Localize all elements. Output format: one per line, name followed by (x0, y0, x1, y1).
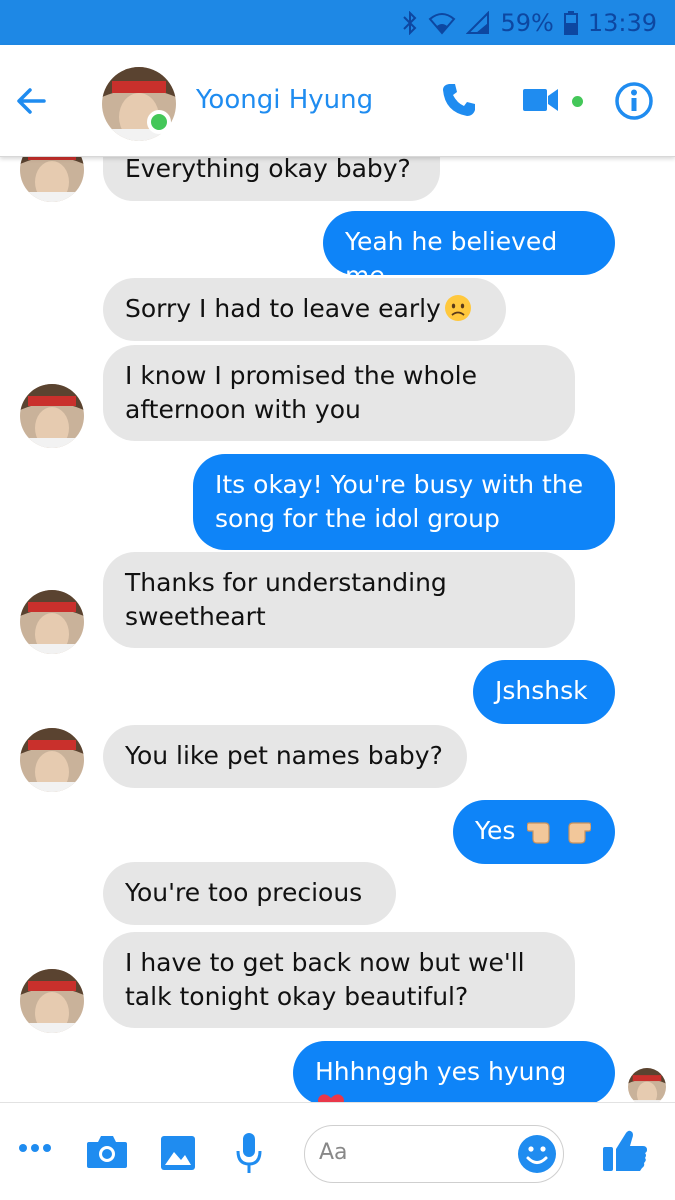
message-thread[interactable]: Everything okay baby? Yeah he believed m… (0, 157, 675, 1102)
phone-icon[interactable] (440, 81, 478, 123)
thumbs-up-icon[interactable] (602, 1129, 648, 1177)
message-bubble-sent[interactable]: Yeah he believed me (323, 211, 615, 290)
message-bubble-received[interactable]: You're too precious (103, 862, 396, 925)
contact-name[interactable]: Yoongi Hyung (196, 85, 373, 115)
message-text: Hhhnggh yes hyung (315, 1057, 567, 1086)
battery-icon (563, 10, 578, 35)
avatar (20, 728, 84, 792)
gallery-icon[interactable] (160, 1135, 196, 1175)
avatar (20, 590, 84, 654)
video-camera-icon[interactable] (522, 86, 560, 118)
message-bubble-received[interactable]: Sorry I had to leave early (103, 278, 506, 341)
info-icon[interactable] (614, 81, 654, 125)
heart-emoji-icon (317, 1092, 345, 1102)
conversation-header: Yoongi Hyung (0, 45, 675, 157)
back-arrow-icon[interactable] (14, 83, 50, 119)
pointing-hands-emoji-icon (526, 815, 592, 854)
online-status-indicator (147, 110, 171, 134)
message-input[interactable]: Aa (304, 1125, 564, 1183)
message-bubble-received[interactable]: You like pet names baby? (103, 725, 467, 788)
clock: 13:39 (587, 8, 657, 37)
message-text: Yes (475, 816, 516, 845)
message-input-placeholder: Aa (319, 1140, 348, 1165)
emoji-icon[interactable] (517, 1134, 557, 1178)
avatar (20, 384, 84, 448)
camera-icon[interactable] (86, 1134, 128, 1174)
message-bubble-sent[interactable]: Yes (453, 800, 615, 864)
video-available-dot (572, 96, 583, 107)
bluetooth-icon (402, 10, 418, 35)
microphone-icon[interactable] (234, 1131, 264, 1179)
message-text: Sorry I had to leave early (125, 294, 441, 323)
avatar (20, 157, 84, 202)
message-bubble-received[interactable]: Thanks for understanding sweetheart (103, 552, 575, 648)
status-bar: 59% 13:39 (0, 0, 675, 45)
composer-bar: Aa (0, 1102, 675, 1200)
read-receipt-avatar (628, 1068, 666, 1102)
battery-percent: 59% (500, 8, 554, 37)
wifi-icon (428, 11, 456, 35)
message-bubble-sent[interactable]: Its okay! You're busy with the song for … (193, 454, 615, 550)
more-icon[interactable] (18, 1139, 52, 1158)
message-bubble-received[interactable]: Everything okay baby? (103, 157, 440, 201)
message-bubble-sent[interactable]: Jshshsk (473, 660, 615, 724)
message-bubble-sent[interactable]: Hhhnggh yes hyung (293, 1041, 615, 1102)
message-bubble-received[interactable]: I know I promised the whole afternoon wi… (103, 345, 575, 441)
avatar (20, 969, 84, 1033)
message-bubble-received[interactable]: I have to get back now but we'll talk to… (103, 932, 575, 1028)
worried-face-emoji-icon (444, 294, 472, 331)
signal-icon (466, 10, 490, 35)
